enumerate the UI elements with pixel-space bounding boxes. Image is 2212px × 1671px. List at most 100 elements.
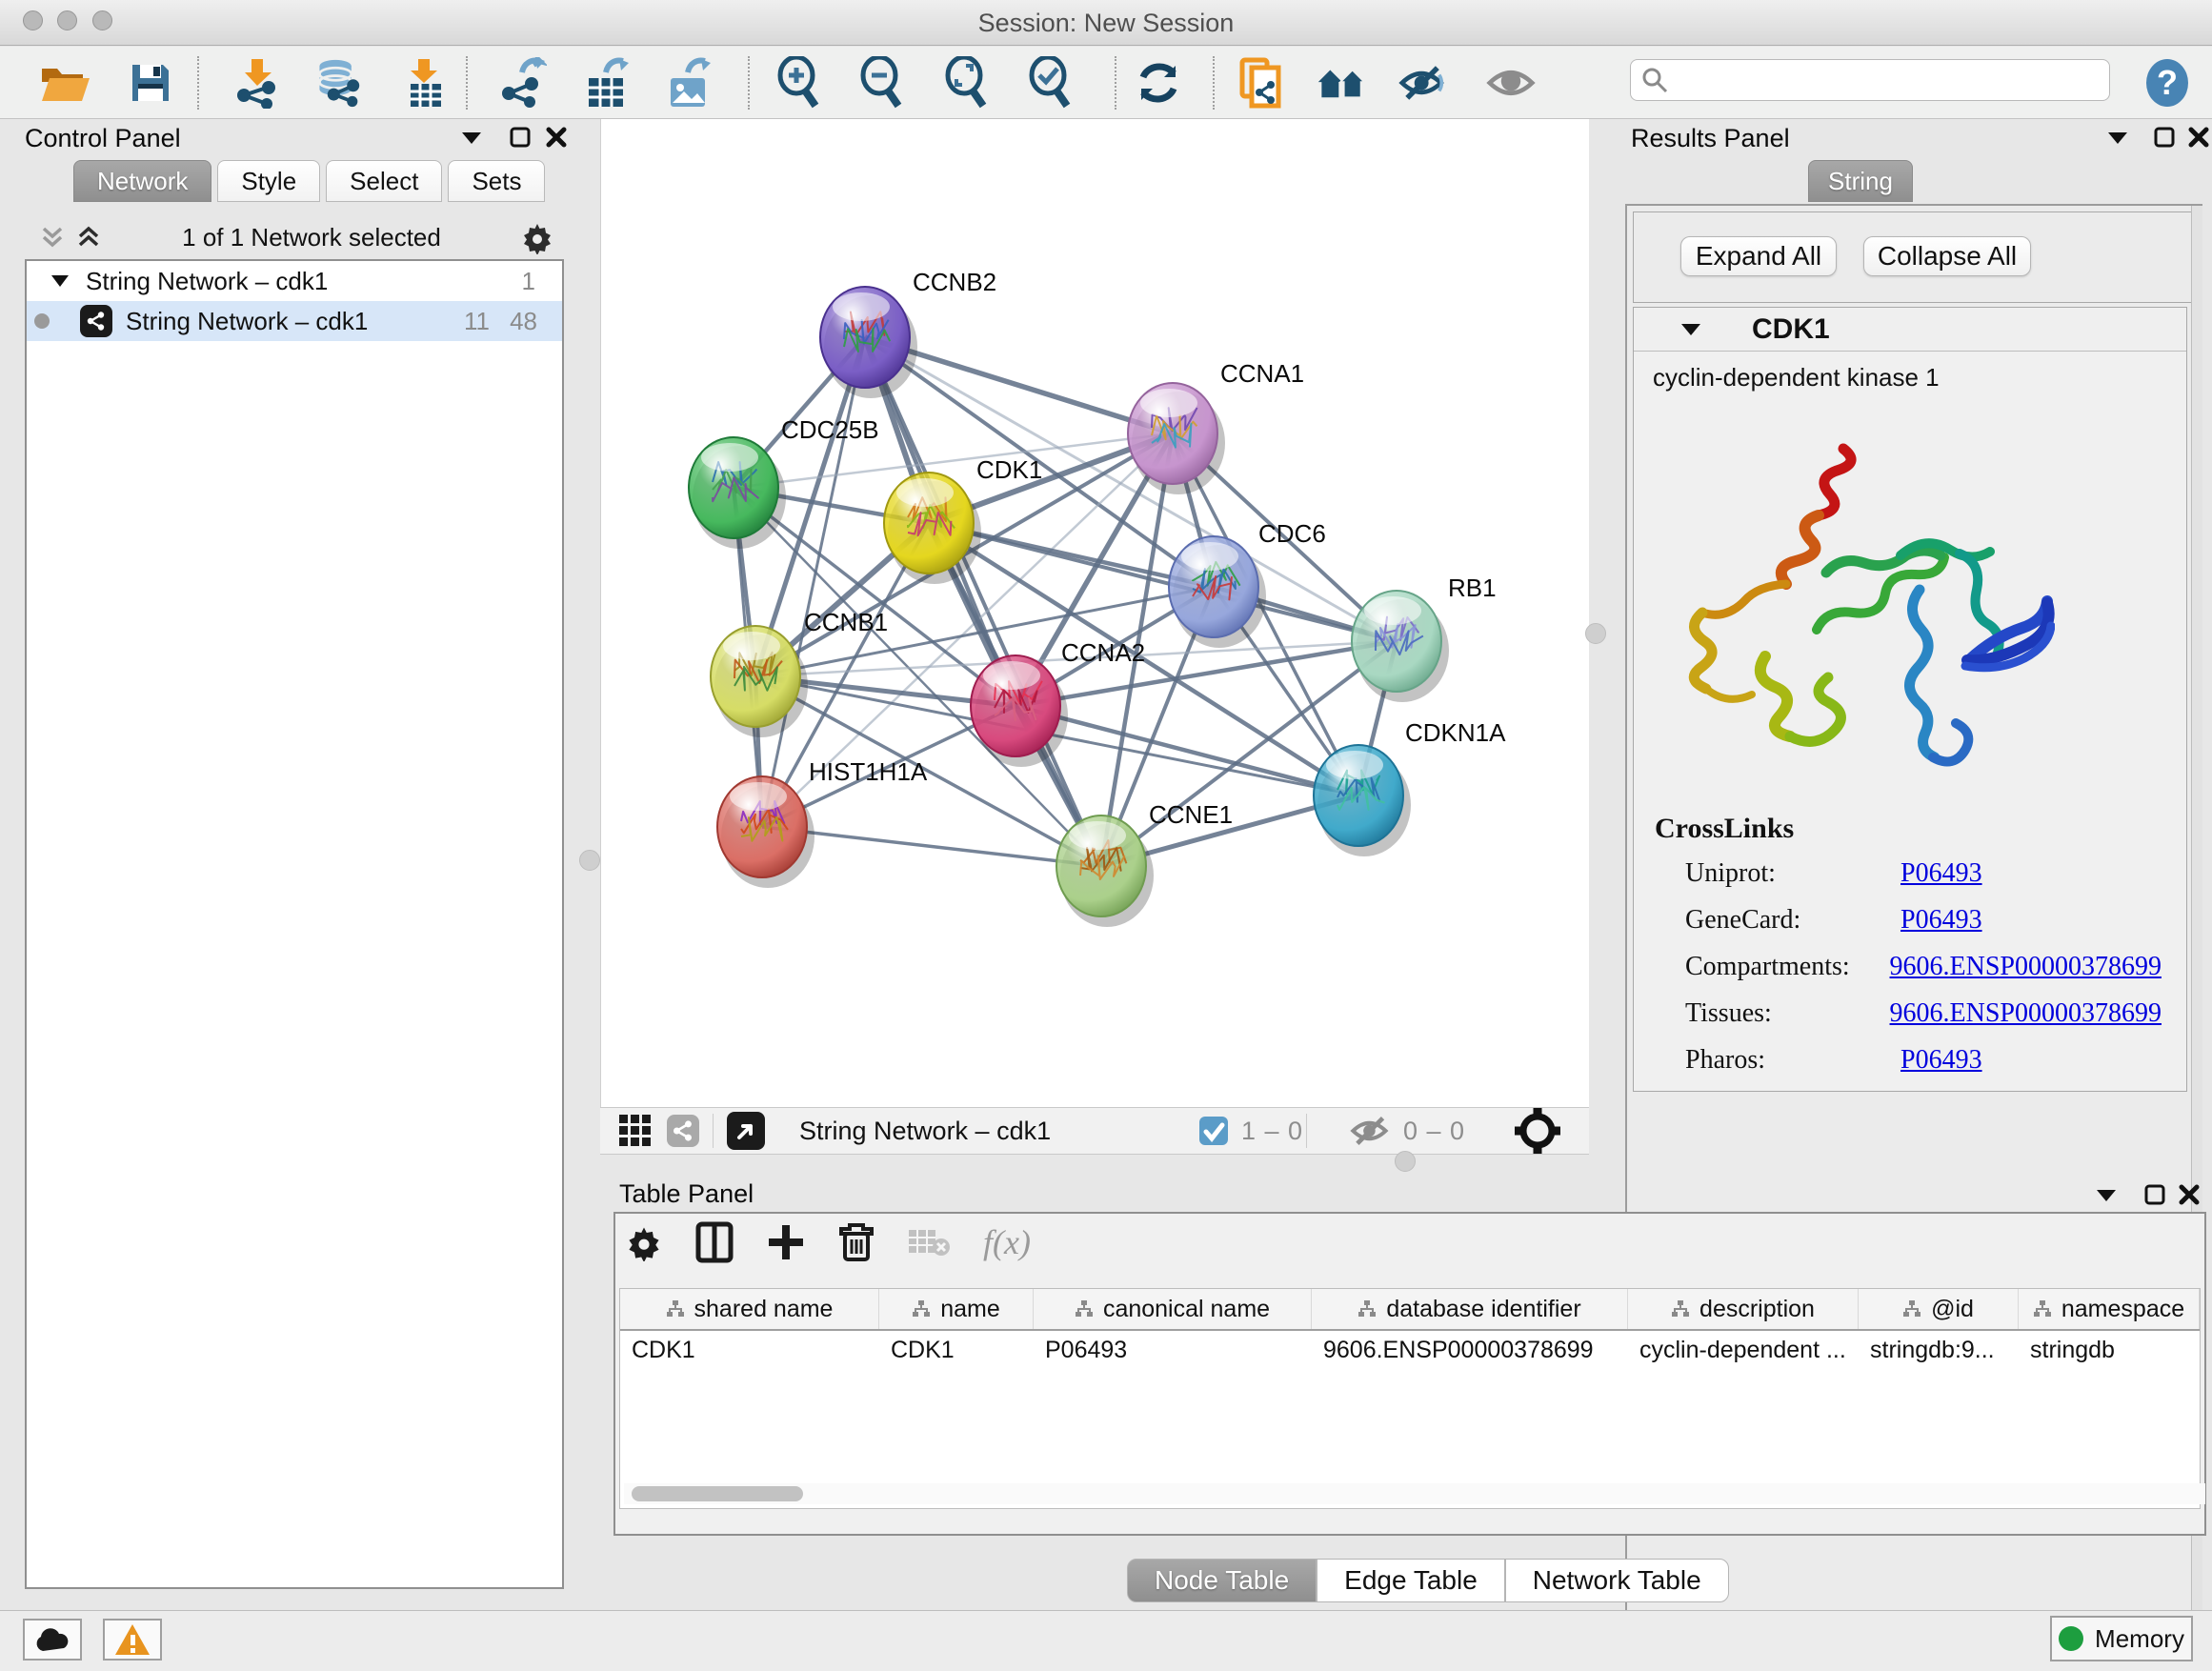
hidden-eye-slash-icon[interactable] bbox=[1350, 1114, 1392, 1148]
table-row[interactable]: CDK1CDK1P064939606.ENSP00000378699cyclin… bbox=[620, 1331, 2200, 1369]
tab-edge-table[interactable]: Edge Table bbox=[1317, 1559, 1505, 1602]
delete-trash-icon[interactable] bbox=[838, 1221, 875, 1263]
selected-checkbox-icon[interactable] bbox=[1197, 1115, 1230, 1147]
column-header-canonical-name[interactable]: canonical name bbox=[1034, 1289, 1312, 1329]
network-node-RB1[interactable] bbox=[1352, 591, 1449, 702]
expand-all-button[interactable]: Expand All bbox=[1680, 236, 1837, 276]
birds-eye-view-icon[interactable] bbox=[727, 1112, 765, 1150]
memory-button[interactable]: Memory bbox=[2050, 1616, 2193, 1661]
crosslink-link[interactable]: 9606.ENSP00000378699 bbox=[1890, 998, 2162, 1029]
network-node-HIST1H1A[interactable] bbox=[717, 776, 814, 888]
crosslink-link[interactable]: 9606.ENSP00000378699 bbox=[1890, 952, 2162, 982]
crosslink-link[interactable]: P06493 bbox=[1900, 1045, 1982, 1076]
export-network-button[interactable] bbox=[497, 58, 547, 108]
network-node-CCNA2[interactable] bbox=[971, 655, 1068, 767]
hide-selected-button[interactable] bbox=[1398, 58, 1448, 108]
pan-target-icon[interactable] bbox=[1513, 1106, 1562, 1156]
delete-table-icon[interactable] bbox=[907, 1226, 951, 1258]
collapse-all-button[interactable]: Collapse All bbox=[1863, 236, 2031, 276]
network-node-CDC6[interactable] bbox=[1169, 536, 1266, 648]
export-image-button[interactable] bbox=[663, 58, 713, 108]
column-header-namespace[interactable]: namespace bbox=[2019, 1289, 2200, 1329]
zoom-selected-button[interactable] bbox=[1025, 58, 1075, 108]
show-columns-icon[interactable] bbox=[695, 1221, 734, 1263]
share-nodes-icon bbox=[237, 81, 275, 109]
cloud-status-button[interactable] bbox=[23, 1619, 82, 1661]
tab-string[interactable]: String bbox=[1808, 160, 1913, 202]
refresh-button[interactable] bbox=[1134, 58, 1183, 108]
tab-network[interactable]: Network bbox=[73, 160, 211, 202]
tab-sets[interactable]: Sets bbox=[448, 160, 545, 202]
network-edge[interactable] bbox=[929, 523, 1397, 641]
network-node-CCNE1[interactable] bbox=[1056, 815, 1154, 927]
bottom-splitter-handle[interactable] bbox=[1395, 1151, 1416, 1172]
grid-view-icon[interactable] bbox=[617, 1113, 654, 1149]
network-share-view-icon[interactable] bbox=[667, 1115, 699, 1147]
crosslink-link[interactable]: P06493 bbox=[1900, 905, 1982, 936]
search-box[interactable] bbox=[1630, 59, 2110, 101]
table-panel-close-button[interactable] bbox=[2178, 1183, 2201, 1211]
node-gloss-highlight bbox=[1364, 596, 1421, 625]
tab-select[interactable]: Select bbox=[326, 160, 442, 202]
save-session-button[interactable] bbox=[126, 58, 175, 108]
import-table-button[interactable] bbox=[398, 58, 448, 108]
duplicate-network-button[interactable] bbox=[1237, 58, 1286, 108]
network-options-gear-icon[interactable] bbox=[520, 220, 554, 254]
control-panel-float-button[interactable] bbox=[509, 126, 532, 153]
table-panel-float-button[interactable] bbox=[2143, 1183, 2166, 1211]
table-panel-collapse-button[interactable] bbox=[2094, 1185, 2119, 1209]
column-header-name[interactable]: name bbox=[879, 1289, 1034, 1329]
network-node-CCNB2[interactable] bbox=[820, 287, 917, 398]
tab-style[interactable]: Style bbox=[217, 160, 320, 202]
collapse-all-chevrons-icon[interactable] bbox=[38, 223, 67, 252]
network-view-canvas[interactable]: CCNB2CCNA1CDC25BCDK1CDC6RB1CCNB1CCNA2CDK… bbox=[600, 119, 1589, 1107]
gene-card-header[interactable]: CDK1 bbox=[1634, 308, 2186, 352]
network-collection-row[interactable]: String Network – cdk1 1 bbox=[27, 261, 562, 301]
first-neighbors-button[interactable] bbox=[1317, 58, 1366, 108]
crosslink-label: Pharos: bbox=[1685, 1045, 1900, 1076]
results-panel-collapse-button[interactable] bbox=[2105, 128, 2130, 151]
column-header-database-identifier[interactable]: database identifier bbox=[1312, 1289, 1628, 1329]
results-panel-close-button[interactable] bbox=[2187, 126, 2210, 153]
right-splitter-handle[interactable] bbox=[1585, 623, 1606, 644]
network-node-CDC25B[interactable] bbox=[689, 437, 786, 549]
crosslink-link[interactable]: P06493 bbox=[1900, 858, 1982, 889]
column-header-@id[interactable]: @id bbox=[1859, 1289, 2019, 1329]
network-edge[interactable] bbox=[762, 337, 865, 827]
expand-all-chevrons-icon[interactable] bbox=[74, 223, 103, 252]
left-splitter-handle[interactable] bbox=[579, 850, 600, 871]
network-node-CCNA1[interactable] bbox=[1128, 383, 1225, 494]
import-network-button[interactable] bbox=[231, 58, 280, 108]
export-table-button[interactable] bbox=[581, 58, 631, 108]
column-header-description[interactable]: description bbox=[1628, 1289, 1859, 1329]
search-input[interactable] bbox=[1669, 67, 2088, 93]
table-hscrollbar-thumb[interactable] bbox=[632, 1486, 803, 1501]
zoom-in-button[interactable] bbox=[774, 58, 823, 108]
tab-node-table[interactable]: Node Table bbox=[1127, 1559, 1317, 1602]
table-options-gear-icon[interactable] bbox=[625, 1223, 663, 1261]
zoom-fit-button[interactable] bbox=[941, 58, 991, 108]
table-hscrollbar[interactable] bbox=[624, 1483, 2205, 1504]
show-all-button[interactable] bbox=[1486, 58, 1536, 108]
add-column-plus-icon[interactable] bbox=[766, 1222, 806, 1262]
network-node-CDK1[interactable] bbox=[884, 473, 981, 584]
warnings-button[interactable] bbox=[103, 1619, 162, 1661]
network-row-selected[interactable]: String Network – cdk1 11 48 bbox=[27, 301, 562, 341]
function-builder-button[interactable]: f(x) bbox=[983, 1222, 1031, 1262]
open-session-button[interactable] bbox=[40, 58, 90, 108]
help-button[interactable]: ? bbox=[2143, 58, 2191, 108]
network-node-CDKN1A[interactable] bbox=[1314, 745, 1411, 856]
column-header-shared-name[interactable]: shared name bbox=[620, 1289, 879, 1329]
tree-expand-triangle-icon[interactable] bbox=[50, 272, 70, 290]
tab-network-table[interactable]: Network Table bbox=[1505, 1559, 1729, 1602]
network-edge[interactable] bbox=[865, 337, 1101, 866]
table-panel-title: Table Panel bbox=[619, 1179, 754, 1209]
control-panel-close-button[interactable] bbox=[545, 126, 568, 153]
control-panel-collapse-button[interactable] bbox=[459, 128, 484, 151]
node-gloss-highlight bbox=[833, 292, 890, 321]
string-network-graph[interactable]: CCNB2CCNA1CDC25BCDK1CDC6RB1CCNB1CCNA2CDK… bbox=[601, 119, 1590, 1107]
import-network-from-database-button[interactable] bbox=[312, 58, 362, 108]
zoom-out-button[interactable] bbox=[856, 58, 906, 108]
results-panel-float-button[interactable] bbox=[2153, 126, 2176, 153]
gene-collapse-triangle-icon[interactable] bbox=[1679, 321, 1702, 338]
